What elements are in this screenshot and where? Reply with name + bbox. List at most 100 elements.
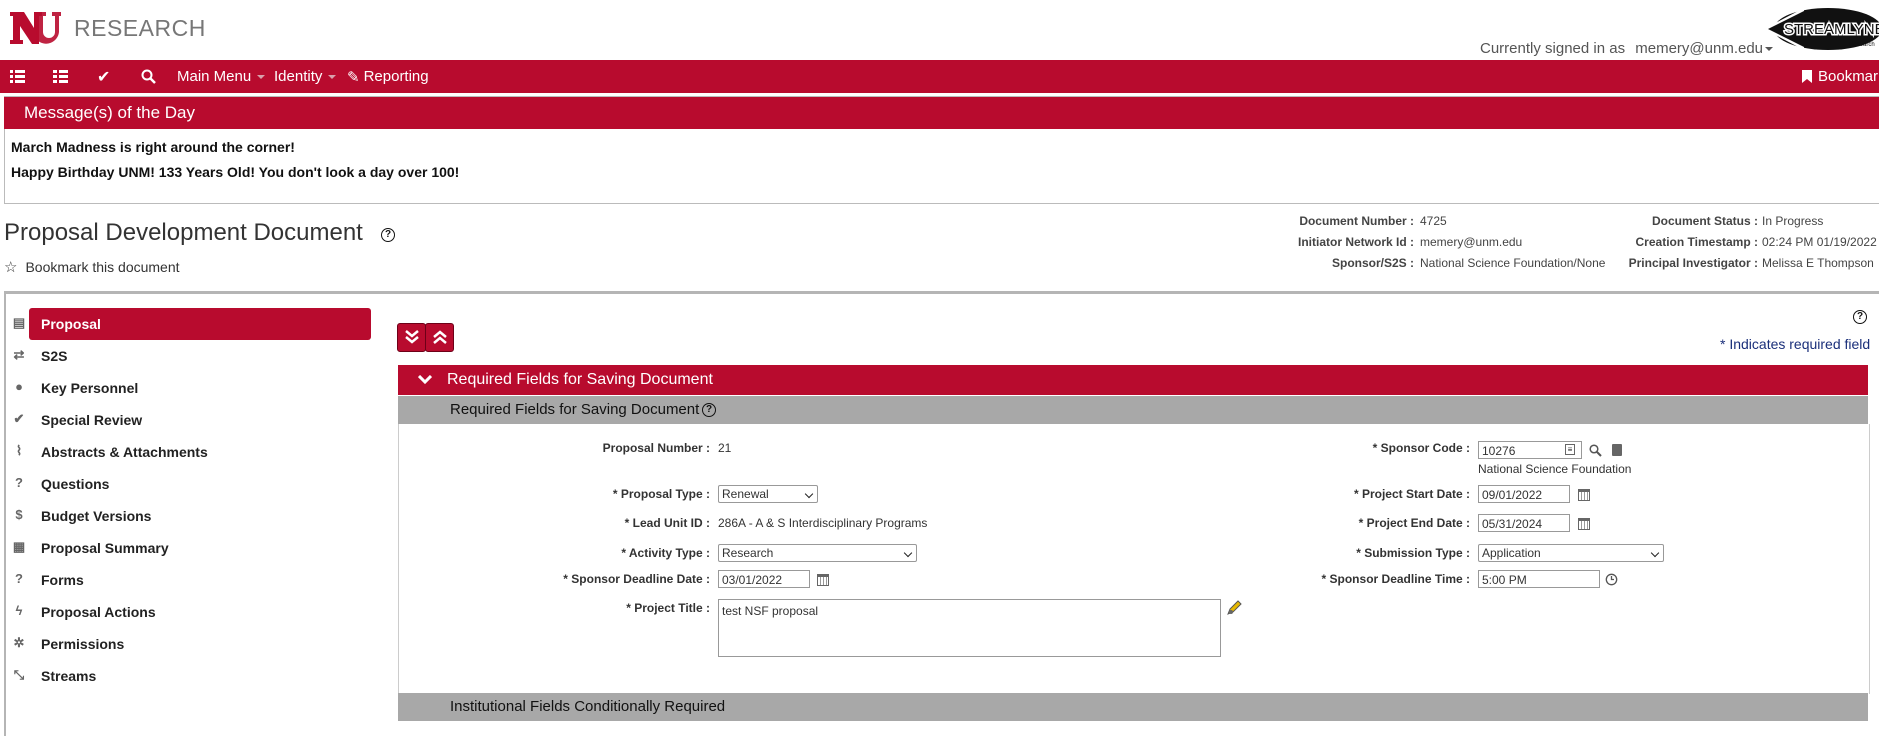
subsection-header: Required Fields for Saving Document ? [398, 396, 1868, 424]
transfer-icon: ⇄ [13, 347, 25, 362]
project-start-input[interactable]: 09/01/2022 [1478, 485, 1570, 503]
bookmark-link[interactable]: Bookmark [1802, 60, 1879, 93]
document-icon: ▤ [12, 315, 26, 330]
sponsor-code-label: * Sponsor Code : [1372, 441, 1470, 455]
sponsor-deadline-time-input[interactable]: 5:00 PM [1478, 570, 1600, 588]
sidebar-item-budget-versions[interactable]: $ Budget Versions [8, 500, 363, 532]
initiator-label: Initiator Network Id : [1297, 235, 1414, 249]
sidebar-item-proposal-summary[interactable]: ▦ Proposal Summary [8, 532, 363, 564]
initiator-value: memery@unm.edu [1420, 235, 1523, 249]
required-field-note: * Indicates required field [1720, 336, 1871, 352]
check-icon[interactable]: ✔ [97, 60, 110, 93]
streamlyne-sub: Research [1849, 42, 1875, 48]
signed-in-label: Currently signed in as [1480, 40, 1626, 57]
header-divider [4, 291, 1879, 294]
sidebar-item-abstracts[interactable]: ⌇ Abstracts & Attachments [8, 436, 363, 468]
proposal-type-select[interactable]: Renewal [718, 485, 818, 503]
activity-type-label: * Activity Type : [621, 546, 710, 560]
chevron-down-icon [328, 74, 337, 79]
sponsor-deadline-date-input[interactable]: 03/01/2022 [718, 570, 810, 588]
creation-timestamp-label: Creation Timestamp : [1635, 235, 1758, 249]
sidebar-item-proposal[interactable]: ▤ Proposal [8, 308, 371, 340]
project-end-input[interactable]: 05/31/2024 [1478, 514, 1570, 532]
motd-message: Happy Birthday UNM! 133 Years Old! You d… [11, 164, 460, 180]
project-end-label: * Project End Date : [1358, 516, 1470, 530]
project-start-label: * Project Start Date : [1353, 487, 1470, 501]
activity-type-select[interactable]: Research [718, 544, 917, 562]
signed-in-indicator[interactable]: Currently signed in as memery@unm.edu [1480, 40, 1774, 57]
project-title-label: * Project Title : [626, 601, 710, 615]
subsection-title: Required Fields for Saving Document [450, 401, 700, 418]
user-name[interactable]: memery@unm.edu [1635, 40, 1763, 57]
calendar-icon[interactable] [1578, 489, 1590, 501]
project-title-textarea[interactable]: test NSF proposal [718, 599, 1221, 657]
gear-icon: ✲ [13, 635, 25, 650]
doc-number-label: Document Number : [1299, 214, 1414, 228]
doc-status-value: In Progress [1762, 214, 1824, 228]
sidebar-item-streams[interactable]: ⤡ Streams [8, 660, 363, 692]
proposal-number-label: Proposal Number : [602, 441, 710, 455]
doc-status-label: Document Status : [1651, 214, 1758, 228]
sidebar-item-permissions[interactable]: ✲ Permissions [8, 628, 363, 660]
proposal-number-value: 21 [718, 441, 732, 455]
help-icon[interactable]: ? [381, 228, 395, 242]
brand-name: RESEARCH [74, 15, 206, 41]
sponsor-deadline-time-label: * Sponsor Deadline Time : [1321, 572, 1470, 586]
reporting-link[interactable]: ✎ Reporting [347, 60, 429, 93]
calendar-icon[interactable] [1578, 518, 1590, 530]
help-icon[interactable]: ? [702, 403, 716, 417]
list-icon[interactable] [10, 60, 25, 93]
section-header-required-fields[interactable]: Required Fields for Saving Document [398, 365, 1868, 395]
sidebar-item-proposal-actions[interactable]: ϟ Proposal Actions [8, 596, 363, 628]
sponsor-name-value: National Science Foundation [1478, 462, 1632, 476]
lead-unit-label: * Lead Unit ID : [624, 516, 710, 530]
expand-all-button[interactable] [397, 323, 426, 352]
identity-dropdown[interactable]: Identity [274, 60, 337, 93]
clock-icon[interactable] [1605, 573, 1618, 586]
collapse-all-button[interactable] [425, 323, 454, 352]
pi-value: Melissa E Thompson [1762, 256, 1874, 270]
edit-pencil-icon[interactable] [1226, 600, 1242, 616]
top-navbar: ✔ Main Menu Identity ✎ Reporting Bookmark [0, 60, 1879, 93]
sidebar-item-s2s[interactable]: ⇄ S2S [8, 340, 363, 372]
subsection-title: Institutional Fields Conditionally Requi… [450, 698, 726, 715]
creation-timestamp-value: 02:24 PM 01/19/2022 [1762, 235, 1877, 249]
unm-logo[interactable] [8, 8, 62, 48]
submission-type-select[interactable]: Application [1478, 544, 1664, 562]
bookmark-label: Bookmark [1818, 68, 1879, 85]
paperclip-icon: ⌇ [15, 443, 23, 458]
search-icon[interactable] [1589, 444, 1602, 457]
summary-icon: ▦ [12, 539, 26, 554]
pi-label: Principal Investigator : [1628, 256, 1758, 270]
sponsor-label: Sponsor/S2S : [1331, 256, 1414, 270]
identity-label: Identity [274, 68, 323, 85]
lookup-list-icon[interactable]: ≡ [1565, 444, 1575, 455]
bookmark-icon [1802, 70, 1812, 83]
search-icon[interactable] [141, 60, 156, 93]
doc-number-value: 4725 [1420, 214, 1447, 228]
submission-type-label: * Submission Type : [1356, 546, 1470, 560]
dollar-icon: $ [15, 507, 23, 522]
streamlyne-logo: STREAMLYNE Research [1764, 8, 1879, 50]
subsection-header-institutional: Institutional Fields Conditionally Requi… [398, 693, 1868, 721]
sidebar-item-special-review[interactable]: ✔ Special Review [8, 404, 363, 436]
sidebar-item-forms[interactable]: ? Forms [8, 564, 363, 596]
bookmark-document-link[interactable]: ☆ Bookmark this document [4, 258, 180, 276]
expand-icon: ⤡ [13, 667, 25, 682]
question-icon: ? [15, 475, 23, 490]
sponsor-deadline-date-label: * Sponsor Deadline Date : [563, 572, 710, 586]
motd-header: Message(s) of the Day [4, 97, 1879, 129]
bolt-icon: ϟ [15, 603, 23, 618]
main-menu-dropdown[interactable]: Main Menu [177, 60, 266, 93]
user-caret-icon [1765, 47, 1774, 52]
pencil-icon: ✎ [347, 68, 360, 86]
motd-title: Message(s) of the Day [24, 103, 196, 122]
sidebar-item-questions[interactable]: ? Questions [8, 468, 363, 500]
document-lookup-icon[interactable] [1612, 444, 1622, 456]
question-icon: ? [15, 571, 23, 586]
sidebar-item-key-personnel[interactable]: ● Key Personnel [8, 372, 363, 404]
grid-list-icon[interactable] [53, 60, 68, 93]
help-icon[interactable]: ? [1853, 310, 1867, 324]
chevron-down-icon [418, 375, 432, 385]
calendar-icon[interactable] [817, 574, 829, 586]
